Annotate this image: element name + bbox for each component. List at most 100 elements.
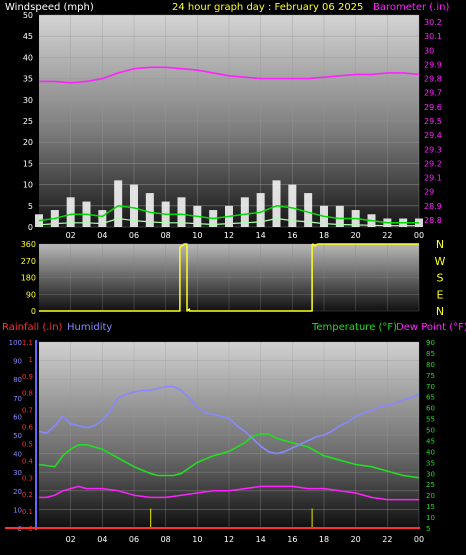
temperature-tick-label: 75	[426, 372, 435, 380]
windspeed-axis-title: Windspeed (mph)	[5, 2, 94, 13]
rainfall-tick-label: 0.9	[22, 373, 33, 381]
graph-title: 24 hour graph day : February 06 2025	[172, 2, 363, 13]
barometer-tick-label: 29.4	[424, 131, 442, 140]
time-tick-label: 16	[287, 535, 297, 544]
barometer-tick-label: 29.7	[424, 89, 442, 98]
temperature-tick-label: 90	[426, 339, 435, 347]
temperature-tick-label: 70	[426, 383, 435, 391]
windspeed-tick-label: 10	[23, 181, 33, 190]
rainfall-tick-label: 0.8	[22, 390, 33, 398]
barometer-tick-label: 29.2	[424, 159, 442, 168]
rainfall-tick-label: 0.4	[22, 457, 34, 465]
windspeed-bar	[98, 210, 107, 227]
humidity-tick-label: 20	[13, 488, 22, 496]
barometer-tick-label: 29.8	[424, 75, 442, 84]
temperature-tick-label: 30	[426, 470, 435, 478]
temperature-axis-title: Temperature (°F)	[311, 322, 397, 333]
windspeed-tick-label: 50	[23, 11, 33, 20]
barometer-tick-label: 30.1	[424, 32, 442, 41]
humidity-tick-label: 100	[9, 339, 22, 347]
barometer-tick-label: 28.8	[424, 216, 442, 225]
time-tick-label: 00	[414, 231, 424, 240]
barometer-tick-label: 29.5	[424, 117, 442, 126]
humidity-tick-label: 90	[13, 358, 22, 366]
time-tick-label: 18	[319, 535, 329, 544]
compass-label: S	[437, 272, 444, 285]
time-tick-label: 04	[97, 231, 107, 240]
temperature-tick-label: 55	[426, 416, 435, 424]
rainfall-tick-label: 1.1	[22, 339, 33, 347]
temperature-tick-label: 50	[426, 427, 435, 435]
dewpoint-axis-title: Dew Point (°F)	[396, 322, 466, 333]
barometer-tick-label: 29.1	[424, 174, 442, 183]
time-tick-label: 22	[382, 231, 392, 240]
compass-label: N	[436, 305, 444, 318]
humidity-tick-label: 50	[13, 432, 22, 440]
direction-tick-label: 180	[21, 274, 36, 283]
temperature-tick-label: 25	[426, 481, 435, 489]
humidity-tick-label: 60	[13, 413, 22, 421]
weather-graph: Windspeed (mph) 24 hour graph day : Febr…	[2, 2, 466, 544]
time-tick-label: 08	[161, 231, 171, 240]
time-tick-label: 06	[129, 535, 139, 544]
windspeed-tick-label: 45	[23, 32, 33, 41]
time-tick-label: 10	[192, 535, 202, 544]
temperature-tick-label: 35	[426, 459, 435, 467]
temperature-tick-label: 65	[426, 394, 435, 402]
temperature-tick-label: 45	[426, 437, 435, 445]
time-tick-label: 14	[256, 535, 266, 544]
time-tick-label: 06	[129, 231, 139, 240]
humidity-tick-label: 30	[13, 469, 22, 477]
time-tick-label: 22	[382, 535, 392, 544]
rainfall-tick-label: 0.3	[22, 474, 33, 482]
humidity-axis-title: Humidity	[67, 322, 112, 333]
direction-tick-label: 360	[21, 240, 36, 249]
temperature-tick-label: 20	[426, 492, 435, 500]
compass-label: N	[436, 238, 444, 251]
time-tick-label: 12	[224, 535, 234, 544]
compass-label: W	[435, 255, 446, 268]
temperature-tick-label: 80	[426, 361, 435, 369]
windspeed-tick-label: 30	[23, 96, 33, 105]
windspeed-tick-label: 20	[23, 138, 33, 147]
windspeed-tick-label: 35	[23, 75, 33, 84]
direction-tick-label: 0	[31, 307, 36, 316]
time-tick-label: 04	[97, 535, 107, 544]
temperature-tick-label: 40	[426, 448, 435, 456]
time-tick-label: 16	[287, 231, 297, 240]
windspeed-tick-label: 5	[28, 202, 33, 211]
windspeed-tick-label: 40	[23, 53, 33, 62]
barometer-tick-label: 30	[424, 46, 434, 55]
rainfall-tick-label: 0.7	[22, 407, 33, 415]
time-tick-label: 14	[256, 231, 266, 240]
windspeed-tick-label: 15	[23, 159, 33, 168]
barometer-tick-label: 29	[424, 188, 434, 197]
time-tick-label: 12	[224, 231, 234, 240]
time-tick-label: 20	[351, 535, 361, 544]
barometer-tick-label: 28.9	[424, 202, 442, 211]
time-tick-label: 02	[66, 231, 76, 240]
barometer-tick-label: 30.2	[424, 18, 442, 27]
barometer-tick-label: 29.6	[424, 103, 442, 112]
temperature-tick-label: 5	[426, 525, 430, 533]
time-tick-label: 10	[192, 231, 202, 240]
rainfall-axis-title: Rainfall (.in)	[2, 322, 63, 333]
windspeed-bar	[272, 180, 281, 227]
temperature-tick-label: 15	[426, 503, 435, 511]
humidity-tick-label: 80	[13, 376, 22, 384]
humidity-tick-label: 40	[13, 451, 22, 459]
temperature-tick-label: 85	[426, 350, 435, 358]
compass-label: E	[437, 288, 444, 301]
time-tick-label: 08	[161, 535, 171, 544]
time-tick-label: 18	[319, 231, 329, 240]
temperature-tick-label: 60	[426, 405, 435, 413]
time-tick-label: 00	[414, 535, 424, 544]
time-tick-label: 20	[351, 231, 361, 240]
rainfall-tick-label: 0.2	[22, 491, 33, 499]
rainfall-tick-label: 0.1	[22, 508, 33, 516]
windspeed-tick-label: 25	[23, 117, 33, 126]
humidity-tick-label: 70	[13, 395, 22, 403]
barometer-tick-label: 29.9	[424, 60, 442, 69]
direction-tick-label: 90	[26, 290, 36, 299]
rainfall-tick-label: 0.5	[22, 440, 33, 448]
